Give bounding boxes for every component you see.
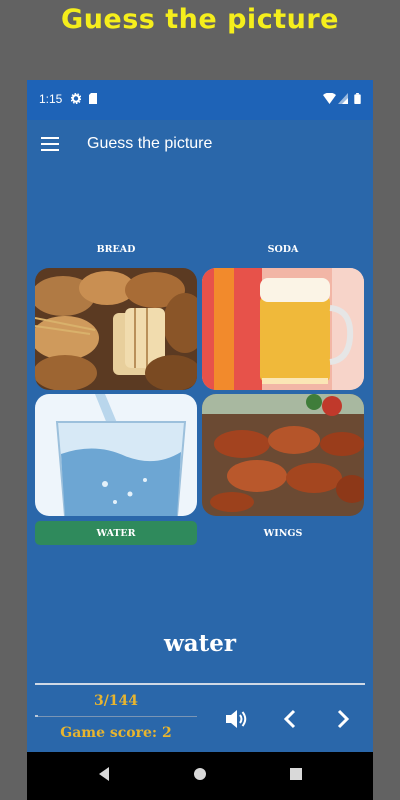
beer-glass-photo	[202, 268, 364, 390]
app-title: Guess the picture	[87, 135, 213, 152]
back-triangle-icon[interactable]	[97, 766, 111, 782]
volume-icon[interactable]	[223, 706, 249, 732]
water-image-card[interactable]	[35, 394, 197, 516]
gear-icon	[71, 93, 81, 104]
bread-photo	[35, 268, 197, 390]
divider	[35, 683, 365, 685]
status-time: 1:15	[39, 92, 63, 106]
soda-image-card[interactable]	[202, 268, 364, 390]
promo-title: Guess the picture	[61, 4, 339, 35]
card-label-water: WATER	[96, 528, 136, 539]
recents-square-icon[interactable]	[289, 766, 303, 782]
chicken-wings-photo	[202, 394, 364, 516]
sd-card-icon	[89, 93, 97, 104]
battery-icon	[354, 93, 361, 104]
water-glass-photo	[35, 394, 197, 516]
hamburger-menu-icon[interactable]	[41, 137, 59, 151]
wifi-icon	[323, 93, 336, 104]
progress-counter: 3/144	[93, 693, 139, 709]
signal-icon	[338, 93, 348, 104]
chevron-right-icon[interactable]	[329, 706, 355, 732]
chevron-left-icon[interactable]	[278, 706, 304, 732]
card-label-wings: WINGS	[263, 528, 303, 539]
bread-image-card[interactable]	[35, 268, 197, 390]
home-circle-icon[interactable]	[193, 766, 207, 782]
phone-screen: 1:15 Guess the picture BREAD SODA WATER …	[27, 80, 373, 800]
game-score: Game score: 2	[60, 725, 172, 741]
progress-track	[35, 716, 197, 717]
wings-image-card[interactable]	[202, 394, 364, 516]
card-label-bread: BREAD	[96, 244, 136, 255]
progress-bar-fill	[35, 715, 38, 717]
answer-word: water	[163, 630, 237, 657]
status-bar: 1:15	[27, 80, 373, 120]
card-label-soda: SODA	[267, 244, 299, 255]
system-nav-bar	[27, 752, 373, 800]
